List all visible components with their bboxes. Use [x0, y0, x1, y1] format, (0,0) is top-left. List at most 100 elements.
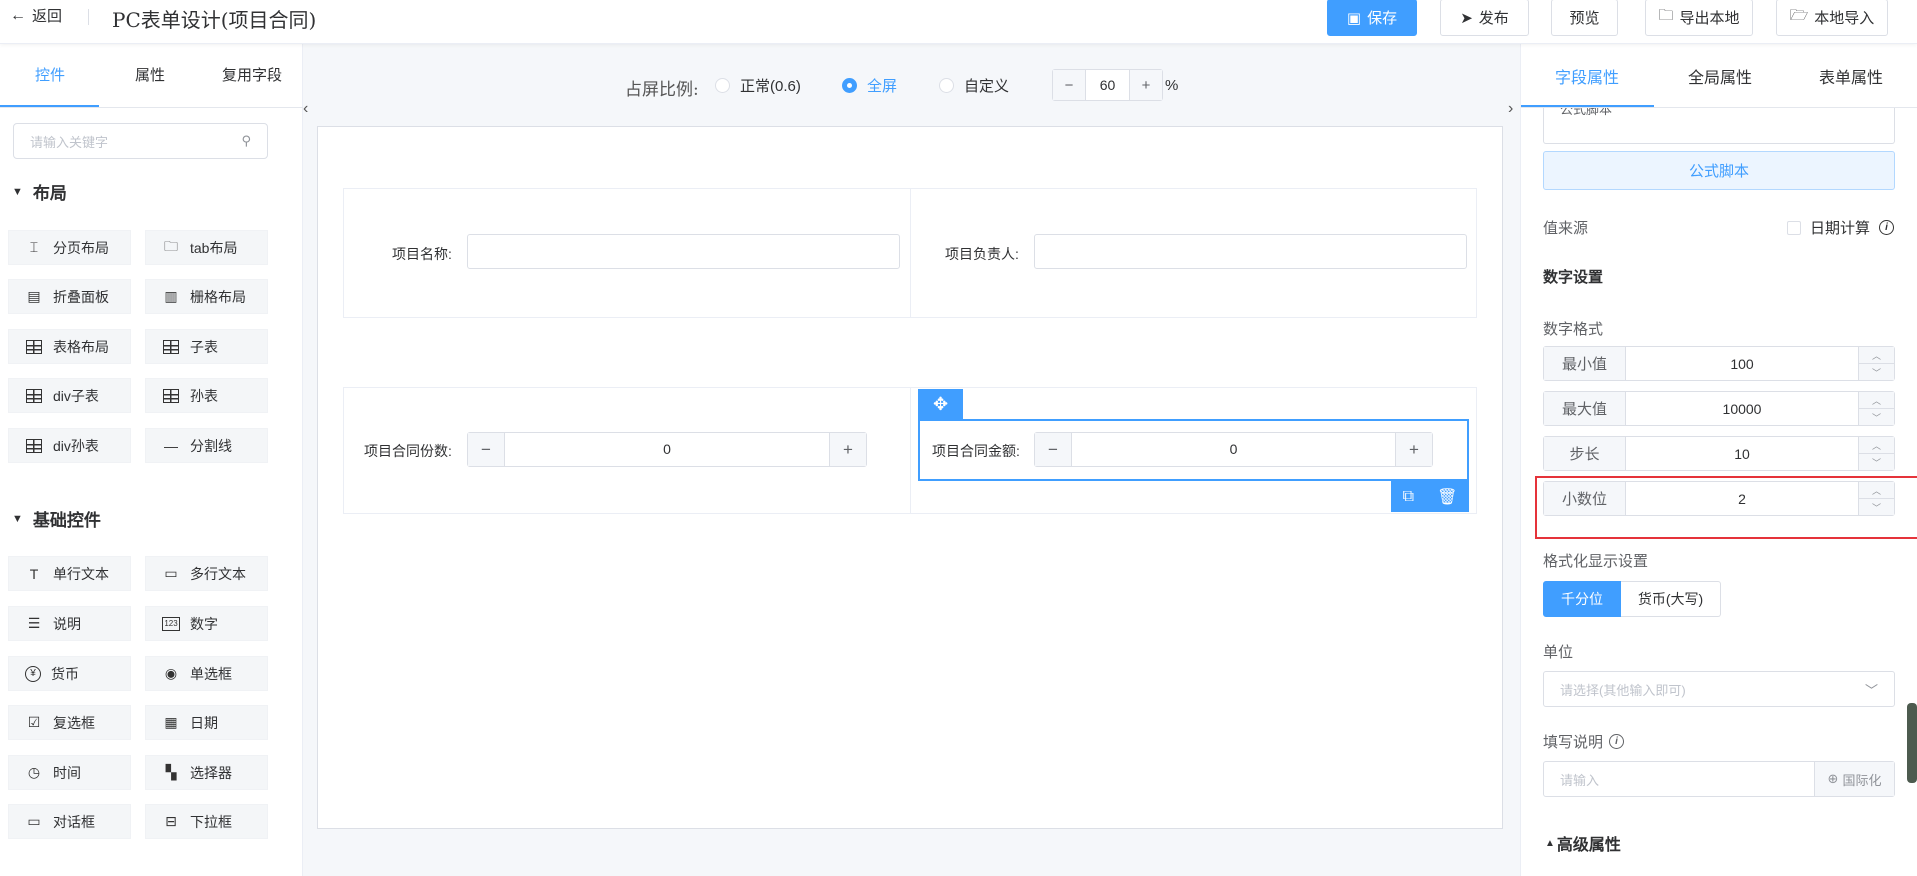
- component-description[interactable]: ☰ 说明: [8, 606, 131, 641]
- number-format-label: 数字格式: [1543, 321, 1604, 338]
- component-divider[interactable]: — 分割线: [145, 428, 268, 463]
- dropdown-icon: ⊟: [165, 813, 177, 829]
- component-subtable[interactable]: 子表: [145, 329, 268, 364]
- date-calc-checkbox[interactable]: 日期计算 i: [1787, 217, 1895, 238]
- chevron-down-icon[interactable]: ﹀: [1859, 364, 1894, 380]
- import-local-button[interactable]: 🗁 本地导入: [1776, 0, 1888, 36]
- unit-select[interactable]: 请选择(其他输入即可) ﹀: [1543, 671, 1895, 707]
- top-header: ← 返回 PC表单设计(项目合同) ▣ 保存 ➤ 发布 预览 🗀 导出本地 🗁 …: [0, 0, 1917, 44]
- text-icon: T: [29, 565, 39, 582]
- tab-field-properties[interactable]: 字段属性: [1555, 64, 1619, 88]
- chevron-down-icon: ﹀: [1864, 682, 1878, 698]
- component-time[interactable]: ◷ 时间: [8, 755, 131, 790]
- component-dialog[interactable]: ▭ 对话框: [8, 804, 131, 839]
- min-value-stepper[interactable]: 最小值 100 ︿ ﹀: [1543, 346, 1895, 381]
- selector-icon: ▚: [165, 764, 177, 780]
- export-local-button[interactable]: 🗀 导出本地: [1645, 0, 1753, 36]
- page-title: PC表单设计(项目合同): [112, 8, 317, 32]
- component-number[interactable]: 123 数字: [145, 606, 268, 641]
- caret-up-icon: ▲: [1545, 837, 1555, 849]
- step-stepper[interactable]: 步长 10 ︿ ﹀: [1543, 436, 1895, 471]
- max-value-stepper[interactable]: 最大值 10000 ︿ ﹀: [1543, 391, 1895, 426]
- chevron-up-icon[interactable]: ︿: [1859, 437, 1894, 454]
- value-type-select[interactable]: 公式脚本: [1543, 108, 1895, 144]
- minus-icon[interactable]: −: [468, 433, 504, 466]
- save-icon: ▣: [1346, 9, 1362, 27]
- component-collapse-panel[interactable]: ▤ 折叠面板: [8, 279, 131, 314]
- component-grandchild-table[interactable]: 孙表: [145, 378, 268, 413]
- component-dropdown[interactable]: ⊟ 下拉框: [145, 804, 268, 839]
- move-icon[interactable]: ✥: [918, 389, 963, 419]
- table-icon: [162, 387, 180, 405]
- advanced-properties-header[interactable]: ▲ 高级属性: [1545, 831, 1621, 855]
- tab-form-properties[interactable]: 表单属性: [1819, 64, 1883, 88]
- component-tab-layout[interactable]: 🗀 tab布局: [145, 230, 268, 265]
- contract-amount-stepper[interactable]: − 0 +: [1034, 432, 1433, 467]
- component-grid-layout[interactable]: ▥ 栅格布局: [145, 279, 268, 314]
- tab-properties[interactable]: 属性: [135, 64, 165, 85]
- back-button[interactable]: ← 返回: [10, 5, 62, 26]
- zoom-stepper[interactable]: − 60 +: [1052, 69, 1163, 101]
- scrollbar-thumb[interactable]: [1907, 703, 1917, 783]
- component-checkbox[interactable]: ☑ 复选框: [8, 705, 131, 740]
- minus-icon[interactable]: −: [1035, 433, 1071, 466]
- tab-reuse-fields[interactable]: 复用字段: [222, 64, 282, 85]
- chevron-down-icon[interactable]: ﹀: [1859, 454, 1894, 470]
- plus-icon[interactable]: +: [1130, 70, 1162, 100]
- plus-icon[interactable]: +: [1396, 433, 1432, 466]
- folder-icon: 🗀: [1658, 7, 1674, 24]
- component-div-grandchild-table[interactable]: div孙表: [8, 428, 131, 463]
- trash-icon[interactable]: 🗑: [1437, 487, 1457, 507]
- i18n-button[interactable]: ⊕ 国际化: [1814, 762, 1894, 796]
- project-name-input[interactable]: [467, 234, 900, 269]
- active-tab-indicator: [1521, 105, 1654, 107]
- formula-script-button[interactable]: 公式脚本: [1543, 151, 1895, 190]
- component-radio[interactable]: ◉ 单选框: [145, 656, 268, 691]
- minus-icon[interactable]: −: [1053, 70, 1085, 100]
- currency-uppercase-option[interactable]: 货币(大写): [1621, 581, 1721, 617]
- contract-count-stepper[interactable]: − 0 +: [467, 432, 867, 467]
- ratio-fullscreen-radio[interactable]: 全屏: [842, 75, 897, 96]
- chevron-up-icon[interactable]: ︿: [1859, 392, 1894, 409]
- checkbox-box[interactable]: [1787, 220, 1801, 235]
- ratio-normal-radio[interactable]: 正常(0.6): [715, 75, 801, 96]
- component-table-layout[interactable]: 表格布局: [8, 329, 131, 364]
- arrow-left-icon: ←: [10, 6, 26, 24]
- component-single-line-text[interactable]: T 单行文本: [8, 556, 131, 591]
- document-icon: ☰: [27, 615, 41, 631]
- publish-button[interactable]: ➤ 发布: [1440, 0, 1529, 36]
- chevron-down-icon[interactable]: ﹀: [1859, 409, 1894, 425]
- save-button[interactable]: ▣ 保存: [1327, 0, 1417, 36]
- zoom-unit: %: [1165, 77, 1179, 94]
- radio-dot: [715, 78, 730, 93]
- project-owner-input[interactable]: [1034, 234, 1467, 269]
- tab-controls[interactable]: 控件: [35, 64, 65, 85]
- component-multi-line-text[interactable]: ▭ 多行文本: [145, 556, 268, 591]
- zoom-value[interactable]: 60: [1085, 70, 1130, 100]
- basic-section-header[interactable]: ▼ 基础控件: [12, 506, 101, 531]
- table-icon: [25, 387, 43, 405]
- ratio-custom-radio[interactable]: 自定义: [939, 75, 1009, 96]
- textarea-icon: ▭: [164, 565, 178, 581]
- highlight-box: [1535, 476, 1917, 539]
- chevron-up-icon[interactable]: ︿: [1859, 347, 1894, 364]
- component-date[interactable]: ▦ 日期: [145, 705, 268, 740]
- layout-section-header[interactable]: ▼ 布局: [12, 179, 67, 204]
- component-selector[interactable]: ▚ 选择器: [145, 755, 268, 790]
- calendar-icon: ▦: [164, 714, 178, 730]
- copy-icon[interactable]: ⧉: [1403, 488, 1414, 506]
- preview-button[interactable]: 预览: [1551, 0, 1618, 36]
- thousands-separator-option[interactable]: 千分位: [1543, 581, 1621, 617]
- tab-global-properties[interactable]: 全局属性: [1688, 64, 1752, 88]
- collapse-right-icon[interactable]: ›: [1508, 100, 1518, 130]
- component-page-layout[interactable]: ⌶ 分页布局: [8, 230, 131, 265]
- component-div-subtable[interactable]: div子表: [8, 378, 131, 413]
- fill-description-input[interactable]: 请输入 ⊕ 国际化: [1543, 761, 1895, 797]
- component-currency[interactable]: ¥ 货币: [8, 656, 131, 691]
- collapse-panel-icon: ▤: [27, 288, 41, 304]
- caret-down-icon: ▼: [12, 512, 23, 525]
- collapse-left-icon[interactable]: ‹: [303, 100, 313, 130]
- globe-icon: ⊕: [1827, 771, 1839, 786]
- component-search-input[interactable]: 请输入关键字 ⚲: [13, 123, 268, 159]
- plus-icon[interactable]: +: [830, 433, 866, 466]
